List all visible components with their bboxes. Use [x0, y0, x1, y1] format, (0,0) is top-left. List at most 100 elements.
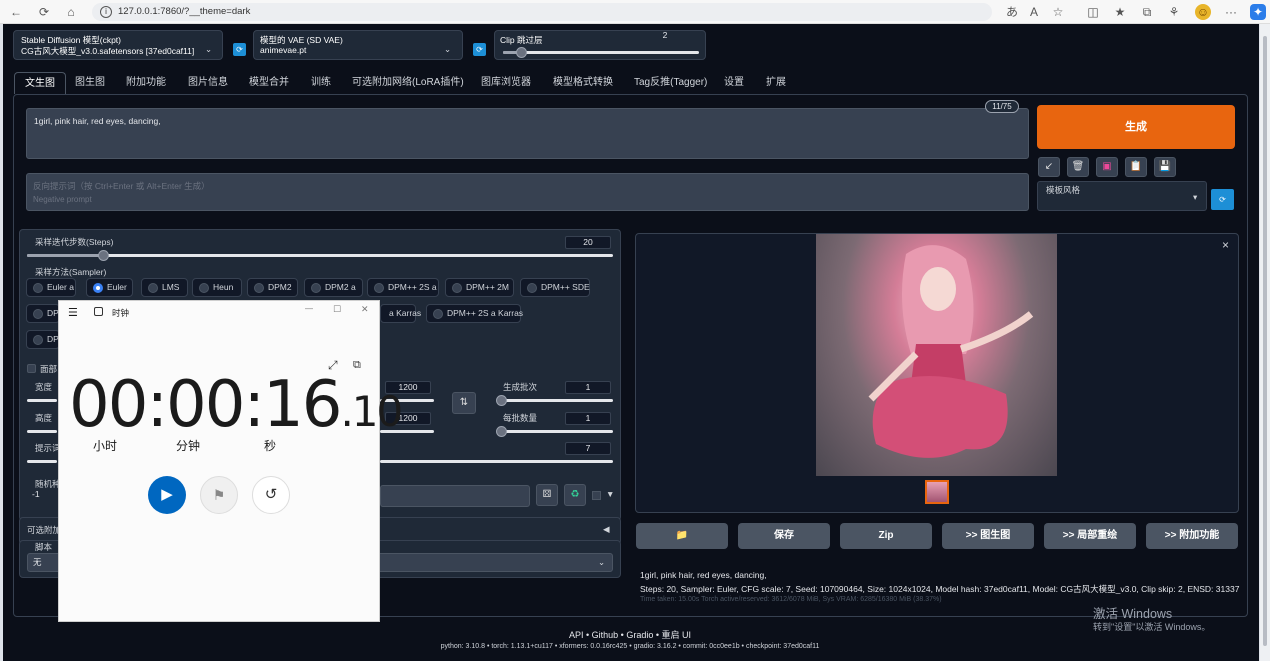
sampler-option[interactable]: DPM++ SDE	[520, 278, 590, 297]
chevron-down-icon[interactable]: ▾	[1193, 192, 1197, 203]
sampler-option[interactable]: DPM++ 2S a	[367, 278, 439, 297]
copilot-icon[interactable]: ✦	[1250, 4, 1266, 20]
translate-icon[interactable]: あ	[1004, 4, 1020, 20]
sampler-option[interactable]: DPM2	[247, 278, 298, 297]
sampler-option[interactable]: DPM++ 2M	[445, 278, 514, 297]
sampler-option[interactable]: DP	[26, 330, 60, 349]
apply-style-icon[interactable]: 📋	[1125, 157, 1147, 177]
footer-links[interactable]: API • Github • Gradio • 重启 UI	[0, 628, 1260, 641]
tab-9[interactable]: Tag反推(Tagger)	[634, 72, 707, 94]
paste-params-icon[interactable]: ↙	[1038, 157, 1060, 177]
tab-6[interactable]: 可选附加网络(LoRA插件)	[352, 72, 464, 94]
ckpt-select[interactable]: CG古风大模型_v3.0.safetensors [37ed0caf11]	[21, 45, 215, 57]
width-slider-left[interactable]	[27, 399, 57, 402]
clip-slider[interactable]	[503, 47, 699, 58]
generate-button[interactable]: 生成	[1037, 105, 1235, 149]
zip-button[interactable]: Zip	[840, 523, 932, 549]
seed-input[interactable]	[380, 485, 530, 507]
sampler-option[interactable]: DPM++ 2S a Karras	[426, 304, 523, 323]
more-menu-icon[interactable]: ···	[1223, 4, 1239, 20]
clip-value[interactable]: 2	[642, 30, 688, 43]
extra-seed-checkbox[interactable]	[592, 491, 601, 500]
clear-prompt-icon[interactable]: 🗑	[1067, 157, 1089, 177]
batch-size-slider[interactable]	[496, 426, 613, 437]
extensions-icon[interactable]: ⚘	[1166, 4, 1182, 20]
collapse-triangle-icon[interactable]: ◀	[603, 524, 610, 535]
sampler-option[interactable]: Euler	[86, 278, 133, 297]
favorite-icon[interactable]: ☆	[1050, 4, 1066, 20]
page-scrollbar[interactable]	[1260, 24, 1270, 661]
url-text: 127.0.0.1:7860/?__theme=dark	[118, 6, 251, 17]
info-timing: Time taken: 15.00s Torch active/reserved…	[640, 596, 942, 603]
sampler-option[interactable]: Euler a	[26, 278, 76, 297]
sampler-option[interactable]: DP	[26, 304, 60, 323]
close-preview-icon[interactable]: ×	[1222, 238, 1229, 252]
generated-image[interactable]	[816, 234, 1057, 476]
tab-8[interactable]: 模型格式转换	[553, 72, 613, 94]
tab-4[interactable]: 模型合并	[249, 72, 289, 94]
play-button[interactable]: ▶	[148, 476, 186, 514]
save-style-icon[interactable]: 💾	[1154, 157, 1176, 177]
steps-slider[interactable]	[27, 250, 613, 261]
extra-seed-toggle-icon[interactable]: ▼	[606, 489, 614, 499]
batch-size-input[interactable]: 1	[565, 412, 611, 425]
negative-prompt-input[interactable]: 反向提示词（按 Ctrl+Enter 或 Alt+Enter 生成） Negat…	[26, 173, 1029, 211]
tab-10[interactable]: 设置	[724, 72, 744, 94]
close-icon[interactable]: ✕	[361, 304, 369, 315]
read-aloud-icon[interactable]: A	[1026, 4, 1042, 20]
prompt-input[interactable]: 1girl, pink hair, red eyes, dancing,	[26, 108, 1029, 159]
minimize-icon[interactable]: —	[305, 304, 313, 313]
hamburger-menu-icon[interactable]: ☰	[68, 306, 78, 319]
cfg-slider-left[interactable]	[27, 460, 57, 463]
refresh-ckpt-icon[interactable]: ⟳	[233, 43, 246, 56]
tab-0[interactable]: 文生图	[14, 72, 66, 94]
reset-button[interactable]: ↺	[252, 476, 290, 514]
tab-3[interactable]: 图片信息	[188, 72, 228, 94]
batch-size-label: 每批数量	[503, 413, 538, 423]
back-icon[interactable]: ←	[8, 4, 24, 20]
send-to-extras-button[interactable]: >> 附加功能	[1146, 523, 1238, 549]
batch-count-slider[interactable]	[496, 395, 613, 406]
extra-networks-icon[interactable]: ▣	[1096, 157, 1118, 177]
vae-select[interactable]: animevae.pt	[260, 45, 306, 55]
tab-1[interactable]: 图生图	[75, 72, 105, 94]
recycle-icon[interactable]: ♻	[564, 484, 586, 506]
reload-icon[interactable]: ⟳	[36, 4, 52, 20]
sampler-option[interactable]: DPM2 a	[304, 278, 363, 297]
cfg-slider[interactable]	[380, 460, 613, 463]
refresh-vae-icon[interactable]: ⟳	[473, 43, 486, 56]
favorites-bar-icon[interactable]: ★	[1112, 4, 1128, 20]
profile-avatar-icon[interactable]: ☺	[1195, 4, 1211, 20]
swap-dimensions-icon[interactable]: ⇅	[452, 392, 476, 414]
dice-icon[interactable]: ⚄	[536, 484, 558, 506]
cfg-input[interactable]: 7	[565, 442, 611, 455]
face-restore-checkbox[interactable]	[27, 364, 36, 373]
home-icon[interactable]: ⌂	[63, 4, 79, 20]
split-screen-icon[interactable]: ◫	[1085, 4, 1101, 20]
collections-icon[interactable]: ⧉	[1139, 4, 1155, 20]
save-button[interactable]: 保存	[738, 523, 830, 549]
seed-input-left[interactable]: -1	[27, 487, 57, 505]
maximize-icon[interactable]: ☐	[333, 304, 341, 315]
sampler-option[interactable]: Heun	[192, 278, 242, 297]
tab-2[interactable]: 附加功能	[126, 72, 166, 94]
tab-5[interactable]: 训练	[311, 72, 331, 94]
tab-7[interactable]: 图库浏览器	[481, 72, 531, 94]
site-info-icon[interactable]: i	[100, 6, 112, 18]
steps-input[interactable]: 20	[565, 236, 611, 249]
sampler-option[interactable]: a Karras	[380, 304, 421, 323]
chevron-down-icon: ⌄	[444, 44, 452, 54]
send-to-img2img-button[interactable]: >> 图生图	[942, 523, 1034, 549]
sampler-option[interactable]: LMS	[141, 278, 188, 297]
minutes-label: 分钟	[176, 439, 201, 453]
batch-count-input[interactable]: 1	[565, 381, 611, 394]
thumbnail-image[interactable]	[925, 480, 949, 504]
address-bar[interactable]: i 127.0.0.1:7860/?__theme=dark	[92, 3, 992, 21]
lap-flag-button[interactable]: ⚑	[200, 476, 238, 514]
refresh-styles-icon[interactable]: ⟳	[1211, 189, 1234, 210]
height-slider-left[interactable]	[27, 430, 57, 433]
tab-11[interactable]: 扩展	[766, 72, 786, 94]
scrollbar-thumb[interactable]	[1263, 36, 1267, 646]
open-folder-button[interactable]: 📁	[636, 523, 728, 549]
send-to-inpaint-button[interactable]: >> 局部重绘	[1044, 523, 1136, 549]
